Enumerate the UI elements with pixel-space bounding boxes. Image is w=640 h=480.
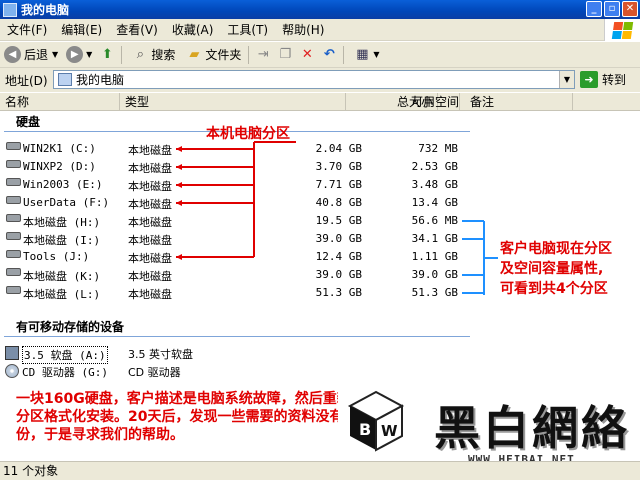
toolbar-separator xyxy=(121,45,123,64)
watermark-brand: 黑白網絡 xyxy=(434,401,630,455)
search-icon: ⌕ xyxy=(136,47,144,62)
back-label: 后退 xyxy=(24,48,49,62)
folders-label: 文件夹 xyxy=(205,48,242,62)
column-free-space[interactable]: 可用空间 xyxy=(395,93,465,111)
toolbar-separator xyxy=(343,45,345,64)
title-bar: 我的电脑 _ ▫ ✕ xyxy=(0,0,640,19)
column-comments[interactable]: 备注 xyxy=(465,93,573,111)
menu-edit[interactable]: 编辑(E) xyxy=(54,19,109,41)
toolbar-separator xyxy=(248,45,250,64)
annotation-customer-note: 客户电脑现在分区 及空间容量属性, 可看到共4个分区 xyxy=(500,239,612,299)
folder-icon: ▰ xyxy=(189,47,200,62)
close-button[interactable]: ✕ xyxy=(622,1,638,17)
annotation-story: 一块160G硬盘，客户描述是电脑系统故障，然后重新分区格式化安装。20天后，发现… xyxy=(16,391,358,443)
menu-favorites[interactable]: 收藏(A) xyxy=(165,19,221,41)
views-grid-icon: ▦ xyxy=(356,47,369,62)
note-line: 可看到共4个分区 xyxy=(500,281,608,297)
toolbar: ◀ 后退 ▼ ▶ ▼ ⬆ ⌕ 搜索 ▰ 文件夹 ⇥ ❐ ✕ ↶ ▦ ▼ xyxy=(0,42,640,68)
address-label: 地址(D) xyxy=(5,73,48,88)
move-to-icon[interactable]: ⇥ xyxy=(255,47,271,63)
chevron-down-icon: ▼ xyxy=(52,50,59,59)
menu-view[interactable]: 查看(V) xyxy=(109,19,165,41)
address-bar: 地址(D) 我的电脑 ▼ ➜ 转到 xyxy=(0,68,640,92)
windows-logo-icon xyxy=(604,19,640,41)
go-label: 转到 xyxy=(602,73,627,87)
copy-to-icon[interactable]: ❐ xyxy=(277,47,293,63)
column-type[interactable]: 类型 xyxy=(120,93,346,111)
address-input[interactable]: 我的电脑 ▼ xyxy=(53,70,575,89)
back-arrow-icon: ◀ xyxy=(4,46,21,63)
back-button[interactable]: ◀ 后退 ▼ xyxy=(0,44,62,66)
window-title: 我的电脑 xyxy=(21,3,70,17)
chevron-down-icon: ▼ xyxy=(373,50,380,59)
note-line: 客户电脑现在分区 xyxy=(500,241,612,257)
my-computer-icon xyxy=(3,2,17,17)
undo-icon[interactable]: ↶ xyxy=(321,47,337,63)
forward-arrow-icon: ▶ xyxy=(66,46,84,63)
chevron-down-icon: ▼ xyxy=(86,50,93,59)
svg-text:W: W xyxy=(381,422,398,440)
column-headers: 名称 类型 总大小 可用空间 备注 xyxy=(0,93,640,111)
heibai-logo-icon: B W xyxy=(347,390,405,452)
menu-tools[interactable]: 工具(T) xyxy=(220,19,275,41)
status-text: 11 个对象 xyxy=(3,464,59,478)
minimize-button[interactable]: _ xyxy=(586,1,602,17)
address-dropdown-icon[interactable]: ▼ xyxy=(559,71,574,88)
note-line: 及空间容量属性, xyxy=(500,261,604,277)
menu-file[interactable]: 文件(F) xyxy=(0,19,54,41)
search-label: 搜索 xyxy=(151,48,176,62)
column-name[interactable]: 名称 xyxy=(0,93,120,111)
search-button[interactable]: ⌕ 搜索 xyxy=(125,44,179,66)
address-value: 我的电脑 xyxy=(76,73,125,87)
my-computer-icon xyxy=(58,73,72,86)
go-button[interactable]: ➜ 转到 xyxy=(580,71,626,88)
views-button[interactable]: ▦ ▼ xyxy=(347,44,383,66)
delete-icon[interactable]: ✕ xyxy=(299,47,315,63)
menu-help[interactable]: 帮助(H) xyxy=(275,19,331,41)
maximize-button[interactable]: ▫ xyxy=(604,1,620,17)
go-arrow-icon: ➜ xyxy=(580,71,598,88)
status-bar: 11 个对象 xyxy=(0,461,640,480)
svg-text:B: B xyxy=(359,420,371,439)
heibai-watermark: B W 黑白網絡 WWW.HEIBAI.NET xyxy=(338,384,640,473)
forward-button[interactable]: ▶ ▼ xyxy=(62,44,96,66)
folders-button[interactable]: ▰ 文件夹 xyxy=(179,44,245,66)
annotation-partition-label: 本机电脑分区 xyxy=(206,126,290,142)
up-folder-icon[interactable]: ⬆ xyxy=(99,47,115,63)
menu-bar: 文件(F) 编辑(E) 查看(V) 收藏(A) 工具(T) 帮助(H) xyxy=(0,19,640,41)
